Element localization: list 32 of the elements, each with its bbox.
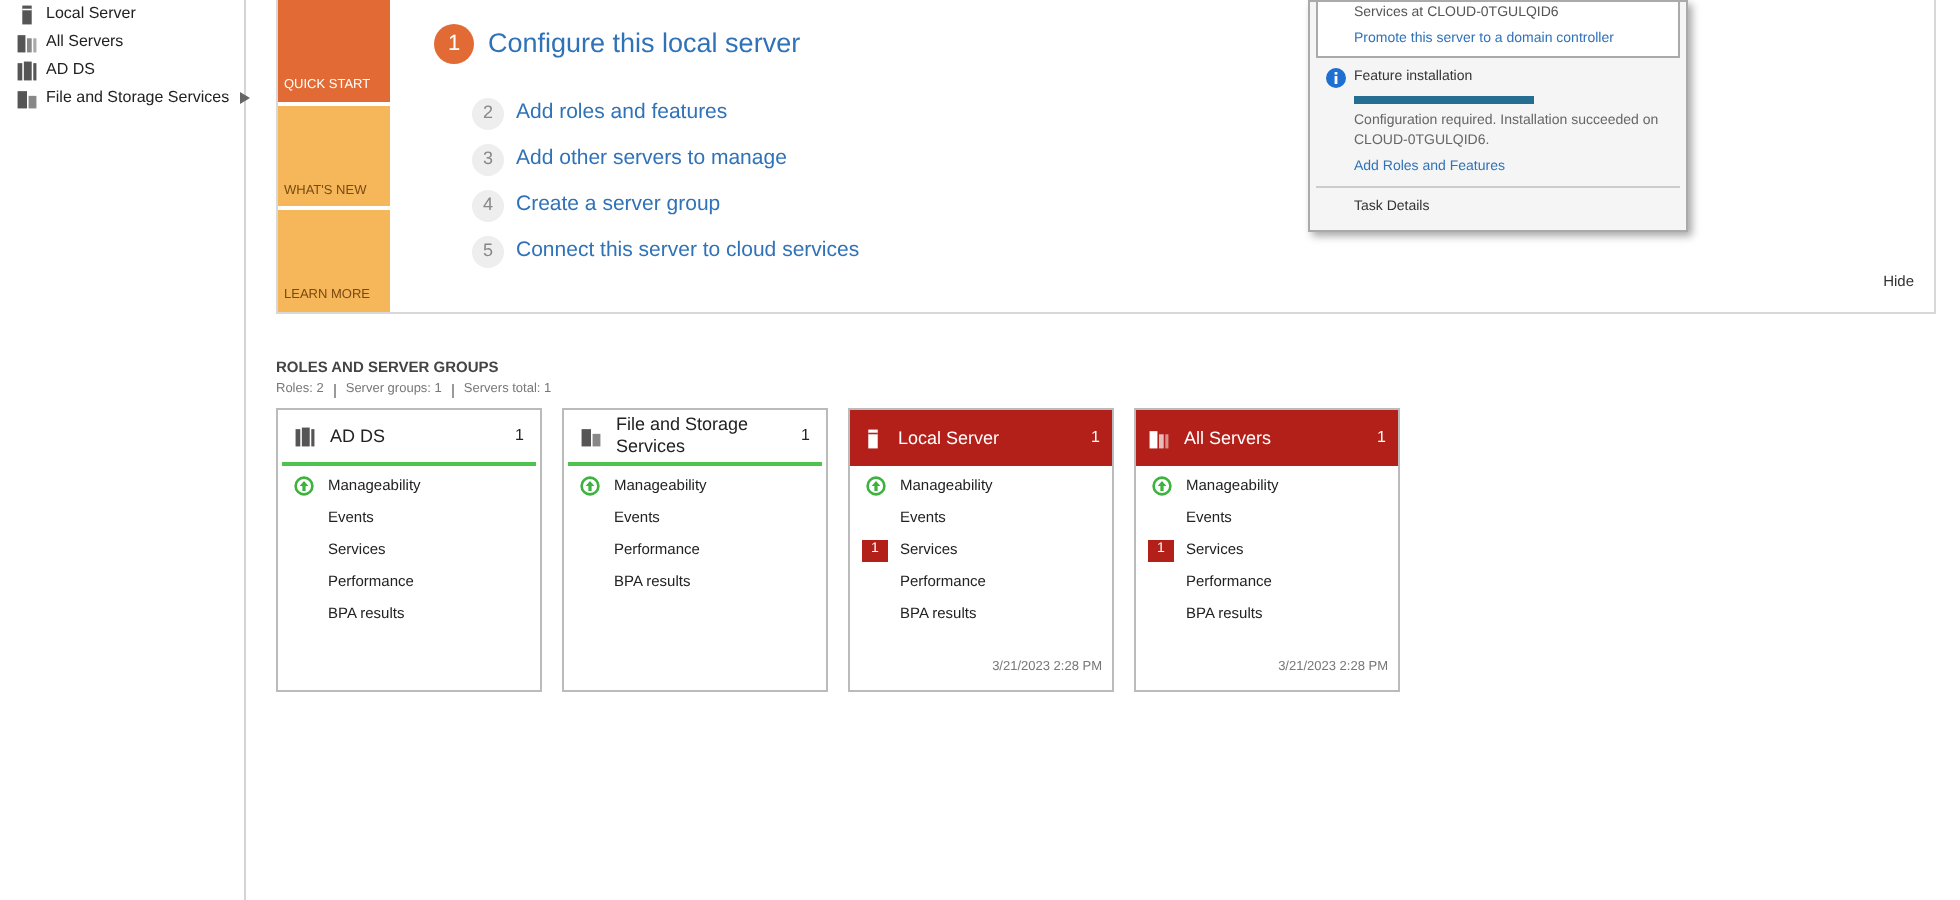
card-header[interactable]: File and Storage Services 1 bbox=[568, 410, 822, 466]
step-number-badge: 1 bbox=[434, 24, 474, 65]
step-number-badge: 3 bbox=[472, 143, 504, 176]
card-header[interactable]: AD DS 1 bbox=[282, 410, 536, 466]
expand-arrow-icon[interactable] bbox=[239, 92, 250, 104]
step-link[interactable]: Create a server group bbox=[516, 189, 721, 222]
up-arrow-circle-icon bbox=[576, 476, 602, 496]
step-link[interactable]: Add other servers to manage bbox=[516, 143, 787, 176]
server-icon bbox=[16, 3, 38, 25]
info-icon bbox=[1326, 67, 1346, 88]
server-stack-icon bbox=[16, 59, 38, 81]
step-number-badge: 2 bbox=[472, 97, 504, 130]
up-arrow-circle-icon bbox=[1148, 476, 1174, 496]
file-server-icon bbox=[580, 425, 602, 447]
sidebar-item[interactable]: All Servers bbox=[0, 28, 128, 56]
server-stack-icon bbox=[294, 425, 316, 447]
step-link[interactable]: Add roles and features bbox=[516, 97, 728, 130]
step-number-badge: 4 bbox=[472, 189, 504, 222]
step-link[interactable]: Configure this local server bbox=[488, 24, 801, 65]
up-arrow-circle-icon bbox=[862, 476, 888, 496]
step-number-badge: 5 bbox=[472, 235, 504, 268]
servers-icon bbox=[16, 31, 38, 53]
servers-icon bbox=[1148, 427, 1170, 449]
sidebar-item[interactable]: AD DS bbox=[0, 56, 99, 84]
step-link[interactable]: Connect this server to cloud services bbox=[516, 235, 860, 268]
server-icon bbox=[862, 427, 884, 449]
up-arrow-circle-icon bbox=[290, 476, 316, 496]
sidebar-item[interactable]: File and Storage Services bbox=[0, 84, 234, 112]
card-header[interactable]: All Servers 1 bbox=[1136, 410, 1398, 466]
card-header[interactable]: Local Server 1 bbox=[850, 410, 1112, 466]
file-server-icon bbox=[16, 87, 38, 109]
sidebar-item[interactable]: Local Server bbox=[0, 0, 140, 28]
